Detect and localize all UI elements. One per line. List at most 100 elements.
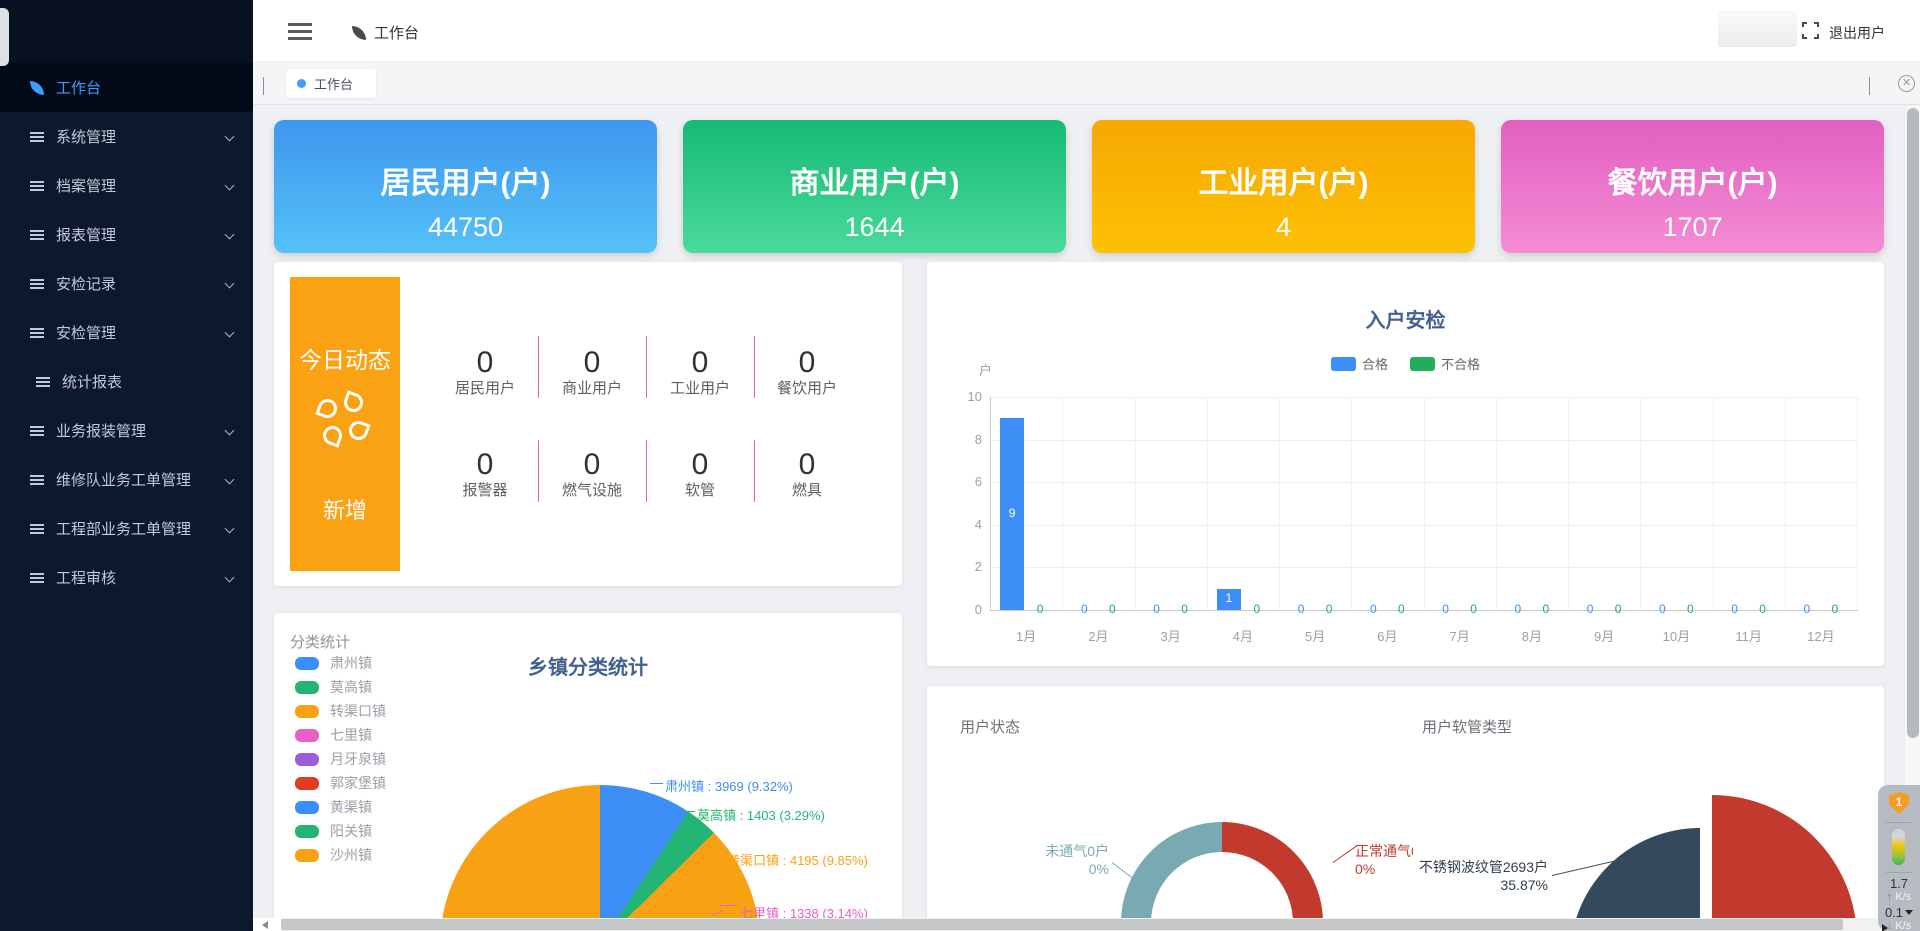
township-pie-card: 分类统计 乡镇分类统计 肃州镇莫高镇转渠口镇七里镇月牙泉镇郭家堡镇黄渠镇阳关镇沙… — [274, 613, 902, 931]
collapse-arrow-icon — [1882, 924, 1888, 931]
breadcrumb-label: 工作台 — [374, 22, 419, 43]
sidebar-item-0[interactable]: 工作台 — [0, 63, 253, 112]
pie-callout-label: 莫高镇 : 1403 (3.29%) — [697, 805, 825, 824]
horizontal-scrollbar-thumb[interactable] — [281, 919, 1843, 930]
sidebar-nav: 工作台系统管理档案管理报表管理安检记录安检管理统计报表业务报装管理维修队业务工单… — [0, 63, 253, 602]
sidebar-item-1[interactable]: 系统管理 — [0, 112, 253, 161]
menu-lines-icon — [30, 185, 44, 187]
x-tick-label: 5月 — [1279, 626, 1351, 645]
x-tick-label: 10月 — [1640, 626, 1712, 645]
legend-item[interactable]: 不合格 — [1410, 354, 1480, 373]
bar-chart-title: 入户安检 — [927, 304, 1884, 333]
today-value: 0 — [752, 448, 862, 482]
divider — [754, 336, 755, 398]
bar-value-label: 0 — [1070, 602, 1098, 616]
sidebar-item-label: 系统管理 — [56, 126, 226, 147]
today-value: 0 — [537, 346, 647, 380]
chevron-down-icon — [225, 279, 235, 289]
x-tick-label: 3月 — [1135, 626, 1207, 645]
x-tick-label: 7月 — [1424, 626, 1496, 645]
upload-speed: 1.7 — [1878, 876, 1920, 891]
bar-value-label: 1 — [1215, 591, 1243, 605]
pie-panel-label: 分类统计 — [290, 631, 350, 652]
window-edge-notch — [0, 8, 9, 66]
sidebar-item-9[interactable]: 工程部业务工单管理 — [0, 504, 253, 553]
chevron-down-icon — [225, 181, 235, 191]
pie-legend-item[interactable]: 月牙泉镇 — [295, 749, 386, 769]
tab-workbench[interactable]: 工作台 — [286, 69, 376, 98]
sidebar-item-2[interactable]: 档案管理 — [0, 161, 253, 210]
vertical-scrollbar-thumb[interactable] — [1907, 108, 1919, 738]
scroll-left-button[interactable] — [253, 918, 281, 931]
hamburger-menu-icon[interactable] — [288, 23, 312, 26]
legend-swatch — [295, 849, 319, 862]
sidebar-item-6[interactable]: 统计报表 — [0, 357, 253, 406]
stat-card-2: 工业用户(户)4 — [1092, 120, 1475, 253]
today-label: 软管 — [645, 479, 755, 500]
tabs-scroll-left-button[interactable] — [263, 77, 264, 95]
x-tick-label: 1月 — [990, 626, 1062, 645]
chevron-down-icon — [225, 573, 235, 583]
pie-legend-item[interactable]: 黄渠镇 — [295, 797, 372, 817]
today-label: 燃气设施 — [537, 479, 647, 500]
gridline — [991, 397, 1858, 398]
sidebar-item-label: 工程审核 — [56, 567, 226, 588]
v-gridline — [1496, 397, 1497, 610]
bar-chart-legend: 合格 不合格 — [927, 354, 1884, 373]
sidebar-item-label: 档案管理 — [56, 175, 226, 196]
tabs-scroll-right-button[interactable] — [1869, 77, 1870, 95]
legend-swatch — [295, 729, 319, 742]
sidebar-item-7[interactable]: 业务报装管理 — [0, 406, 253, 455]
divider — [538, 440, 539, 502]
v-gridline — [1279, 397, 1280, 610]
divider — [646, 336, 647, 398]
download-speed: 0.1 — [1878, 905, 1920, 920]
top-header: 工作台 退出用户 — [253, 0, 1920, 62]
today-value: 0 — [752, 346, 862, 380]
v-gridline — [1640, 397, 1641, 610]
legend-item[interactable]: 合格 — [1331, 354, 1388, 373]
leaf-icon — [352, 26, 366, 40]
scroll-left-arrow-icon — [262, 921, 268, 929]
stat-card-title: 商业用户(户) — [683, 158, 1066, 202]
pie-legend-item[interactable]: 七里镇 — [295, 725, 372, 745]
v-gridline — [1424, 397, 1425, 610]
sidebar-item-4[interactable]: 安检记录 — [0, 259, 253, 308]
v-gridline — [1062, 397, 1063, 610]
menu-lines-icon — [30, 136, 44, 138]
pie-legend-item[interactable]: 转渠口镇 — [295, 701, 386, 721]
username-redacted — [1718, 10, 1797, 47]
close-tabs-icon[interactable]: ✕ — [1898, 75, 1915, 92]
bar-value-label: 0 — [1532, 602, 1560, 616]
logout-button[interactable]: 退出用户 — [1829, 23, 1885, 43]
floating-speed-widget[interactable]: 1 1.7 ↑ K/s 0.1 ↓ K/s — [1878, 785, 1920, 931]
today-value: 0 — [537, 448, 647, 482]
legend-label: 郭家堡镇 — [330, 773, 386, 793]
y-tick-label: 6 — [946, 474, 982, 489]
sidebar-item-10[interactable]: 工程审核 — [0, 553, 253, 602]
pie-legend-item[interactable]: 肃州镇 — [295, 653, 372, 673]
legend-label: 肃州镇 — [330, 653, 372, 673]
pie-legend-item[interactable]: 沙州镇 — [295, 845, 372, 865]
stat-card-1: 商业用户(户)1644 — [683, 120, 1066, 253]
pie-legend-item[interactable]: 郭家堡镇 — [295, 773, 386, 793]
sidebar-item-8[interactable]: 维修队业务工单管理 — [0, 455, 253, 504]
y-tick-label: 10 — [946, 389, 982, 404]
today-banner: 今日动态 新增 — [290, 277, 400, 571]
sidebar-item-3[interactable]: 报表管理 — [0, 210, 253, 259]
bar-value-label: 0 — [1604, 602, 1632, 616]
shield-badge-icon: 1 — [1889, 792, 1909, 814]
pie-legend-item[interactable]: 莫高镇 — [295, 677, 372, 697]
divider — [754, 440, 755, 502]
hose-pie-other-slice — [1567, 795, 1857, 931]
bar-value-label: 0 — [1287, 602, 1315, 616]
fullscreen-icon[interactable] — [1802, 22, 1819, 39]
menu-lines-icon — [30, 430, 44, 432]
donut-label-on: 正常通气0户0% — [1355, 842, 1413, 878]
sidebar-item-label: 报表管理 — [56, 224, 226, 245]
legend-swatch — [1331, 357, 1356, 371]
pie-legend-item[interactable]: 阳关镇 — [295, 821, 372, 841]
gauge-icon — [1892, 829, 1905, 865]
y-tick-label: 4 — [946, 517, 982, 532]
sidebar-item-5[interactable]: 安检管理 — [0, 308, 253, 357]
